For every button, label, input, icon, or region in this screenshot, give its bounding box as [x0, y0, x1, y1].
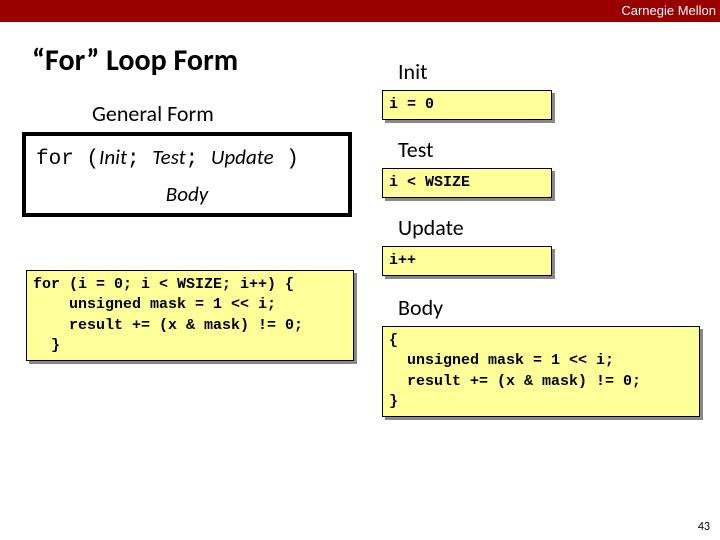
- brand-label: Carnegie Mellon: [621, 3, 716, 18]
- body-code-box: { unsigned mask = 1 << i; result += (x &…: [382, 326, 700, 417]
- syntax-box: for (Init; Test; Update ) Body: [22, 132, 352, 217]
- for-keyword: for: [36, 148, 74, 171]
- page-title: “For” Loop Form: [32, 42, 238, 79]
- close-paren: ): [274, 148, 299, 171]
- general-form-heading: General Form: [92, 100, 214, 127]
- test-code-box: i < WSIZE: [382, 168, 552, 198]
- init-code-box: i = 0: [382, 90, 552, 120]
- sep1: ;: [127, 148, 152, 171]
- test-label: Test: [398, 136, 433, 163]
- open-paren: (: [74, 148, 99, 171]
- sep2: ;: [186, 148, 211, 171]
- update-placeholder: Update: [211, 144, 274, 170]
- init-placeholder: Init: [99, 144, 127, 170]
- update-code-box: i++: [382, 246, 552, 276]
- update-label: Update: [398, 214, 464, 241]
- init-label: Init: [398, 58, 428, 85]
- test-placeholder: Test: [152, 144, 185, 170]
- header-bar: Carnegie Mellon: [0, 0, 720, 22]
- body-label: Body: [398, 294, 443, 321]
- syntax-line: for (Init; Test; Update ): [36, 144, 338, 171]
- page-number: 43: [698, 520, 710, 534]
- body-placeholder: Body: [36, 181, 338, 207]
- example-code-box: for (i = 0; i < WSIZE; i++) { unsigned m…: [26, 270, 354, 361]
